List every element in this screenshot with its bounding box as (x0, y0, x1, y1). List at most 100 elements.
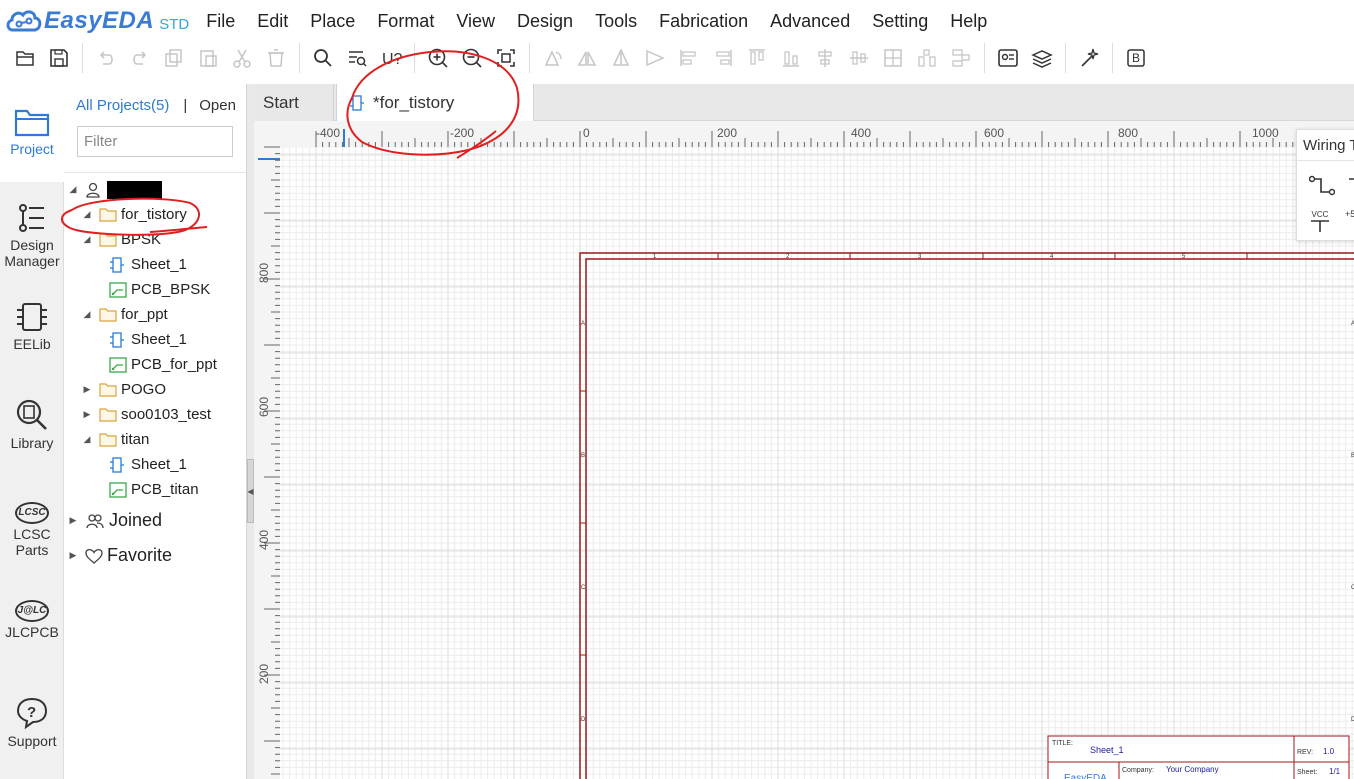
flip-vertical-button[interactable] (604, 43, 638, 73)
annotate-button[interactable]: U? (374, 43, 408, 73)
tree-item-user[interactable]: ◢ (67, 177, 162, 202)
wand-icon (1081, 48, 1099, 67)
open-tab[interactable]: Open (199, 97, 236, 114)
chip-icon (17, 303, 47, 331)
schematic-canvas[interactable]: -400 -200 0 200 400 600 800 1000 800 600 400 200 1 2 3… (254, 121, 1354, 779)
tree-item-pcb[interactable]: PCB_titan (109, 477, 199, 502)
all-projects-tab[interactable]: All Projects(5) (76, 97, 169, 114)
sidebar-item-project[interactable]: Project (0, 84, 64, 182)
menu-design[interactable]: Design (506, 0, 584, 42)
tree-item-folder[interactable]: ▶ POGO (81, 377, 166, 402)
ruler-label: 400 (257, 530, 271, 550)
tree-item-folder[interactable]: ◢ for_ppt (81, 302, 168, 327)
sidebar-item-label: JLCPCB (5, 624, 59, 640)
tree-item-folder[interactable]: ◢ for_tistory (81, 202, 187, 227)
menu-edit[interactable]: Edit (246, 0, 299, 42)
vcc-tool-icon[interactable]: VCC (1307, 210, 1333, 234)
collapse-panel-handle[interactable]: ◀ (247, 459, 254, 523)
bom-button[interactable]: B (1119, 43, 1153, 73)
menu-setting[interactable]: Setting (861, 0, 939, 42)
wand-button[interactable] (1072, 43, 1106, 73)
panel-splitter[interactable]: ◀ (246, 84, 254, 779)
layers-export-button[interactable] (1025, 43, 1059, 73)
search-button[interactable] (306, 43, 340, 73)
image-button[interactable] (991, 43, 1025, 73)
undo-button[interactable] (89, 43, 123, 73)
tree-item-sheet[interactable]: Sheet_1 (109, 327, 187, 352)
align-left-button[interactable] (672, 43, 706, 73)
fit-view-button[interactable] (489, 43, 523, 73)
open-button[interactable] (8, 43, 42, 73)
help-icon: ? (16, 697, 48, 730)
delete-button[interactable] (259, 43, 293, 73)
zoom-out-button[interactable] (455, 43, 489, 73)
menu-format[interactable]: Format (366, 0, 445, 42)
zoom-in-button[interactable] (421, 43, 455, 73)
rotate-button[interactable] (536, 43, 570, 73)
collapse-arrow-icon[interactable]: ▶ (67, 515, 79, 526)
menu-advanced[interactable]: Advanced (759, 0, 861, 42)
collapse-arrow-icon[interactable]: ▶ (67, 550, 79, 561)
ruler-label: 0 (583, 126, 590, 140)
tree-item-folder[interactable]: ◢ BPSK (81, 227, 162, 252)
company-value: Your Company (1166, 765, 1219, 774)
sidebar-item-lcsc-parts[interactable]: LCSC LCSC Parts (0, 502, 64, 558)
align-center-v-button[interactable] (842, 43, 876, 73)
flip-horizontal-button[interactable] (570, 43, 604, 73)
tab-start[interactable]: Start (254, 84, 334, 121)
plus5-tool-icon[interactable]: +5 (1345, 210, 1354, 234)
expand-arrow-icon[interactable]: ◢ (67, 184, 79, 195)
wire-tool-icon[interactable] (1309, 175, 1335, 197)
expand-arrow-icon[interactable]: ◢ (81, 309, 93, 320)
filter-input[interactable] (77, 126, 233, 157)
sidebar-item-eelib[interactable]: EELib (0, 301, 64, 352)
tree-item-joined[interactable]: ▶ Joined (67, 508, 163, 533)
tree-item-label: Joined (109, 510, 163, 530)
collapse-arrow-icon[interactable]: ▶ (81, 409, 93, 420)
canvas-drawing: -400 -200 0 200 400 600 800 10008006004002001 2 3… (254, 121, 1354, 779)
redo-button[interactable] (123, 43, 157, 73)
sidebar-item-library[interactable]: Library (0, 398, 64, 451)
menu-fabrication[interactable]: Fabrication (648, 0, 759, 42)
menu-place[interactable]: Place (299, 0, 366, 42)
left-sidebar: Project Design Manager EELib Library LCS… (0, 84, 64, 779)
distribute-v-button[interactable] (944, 43, 978, 73)
tab-for-tistory[interactable]: *for_tistory (336, 84, 534, 121)
menu-tools[interactable]: Tools (584, 0, 648, 42)
menu-file[interactable]: File (195, 0, 246, 42)
expand-arrow-icon[interactable]: ◢ (81, 434, 93, 445)
align-top-button[interactable] (740, 43, 774, 73)
save-button[interactable] (42, 43, 76, 73)
sidebar-item-support[interactable]: ? Support (0, 696, 64, 749)
sidebar-item-design-manager[interactable]: Design Manager (0, 202, 64, 269)
tree-item-favorite[interactable]: ▶ Favorite (67, 543, 173, 568)
menu-help[interactable]: Help (939, 0, 998, 42)
cut-button[interactable] (225, 43, 259, 73)
copy-button[interactable] (157, 43, 191, 73)
menu-view[interactable]: View (445, 0, 506, 42)
redacted-username (107, 180, 162, 199)
align-grid-button[interactable] (876, 43, 910, 73)
tree-item-sheet[interactable]: Sheet_1 (109, 452, 187, 477)
tree-item-folder[interactable]: ▶ soo0103_test (81, 402, 212, 427)
sidebar-item-jlcpcb[interactable]: J@LC JLCPCB (0, 600, 64, 640)
bus-tool-icon[interactable] (1347, 175, 1354, 197)
tree-item-folder[interactable]: ◢ titan (81, 427, 150, 452)
netlist-search-button[interactable] (340, 43, 374, 73)
send-button[interactable] (638, 43, 672, 73)
app-logo[interactable]: EasyEDA STD (4, 6, 189, 36)
align-bottom-button[interactable] (774, 43, 808, 73)
toolbar-separator (414, 43, 415, 73)
distribute-h-button[interactable] (910, 43, 944, 73)
save-icon (50, 49, 68, 67)
align-center-h-button[interactable] (808, 43, 842, 73)
align-right-button[interactable] (706, 43, 740, 73)
tree-item-sheet[interactable]: Sheet_1 (109, 252, 187, 277)
paste-button[interactable] (191, 43, 225, 73)
expand-arrow-icon[interactable]: ◢ (81, 234, 93, 245)
collapse-arrow-icon[interactable]: ▶ (81, 384, 93, 395)
wiring-panel-title[interactable]: Wiring T (1303, 137, 1354, 154)
expand-arrow-icon[interactable]: ◢ (81, 209, 93, 220)
tree-item-pcb[interactable]: PCB_for_ppt (109, 352, 217, 377)
tree-item-pcb[interactable]: PCB_BPSK (109, 277, 210, 302)
